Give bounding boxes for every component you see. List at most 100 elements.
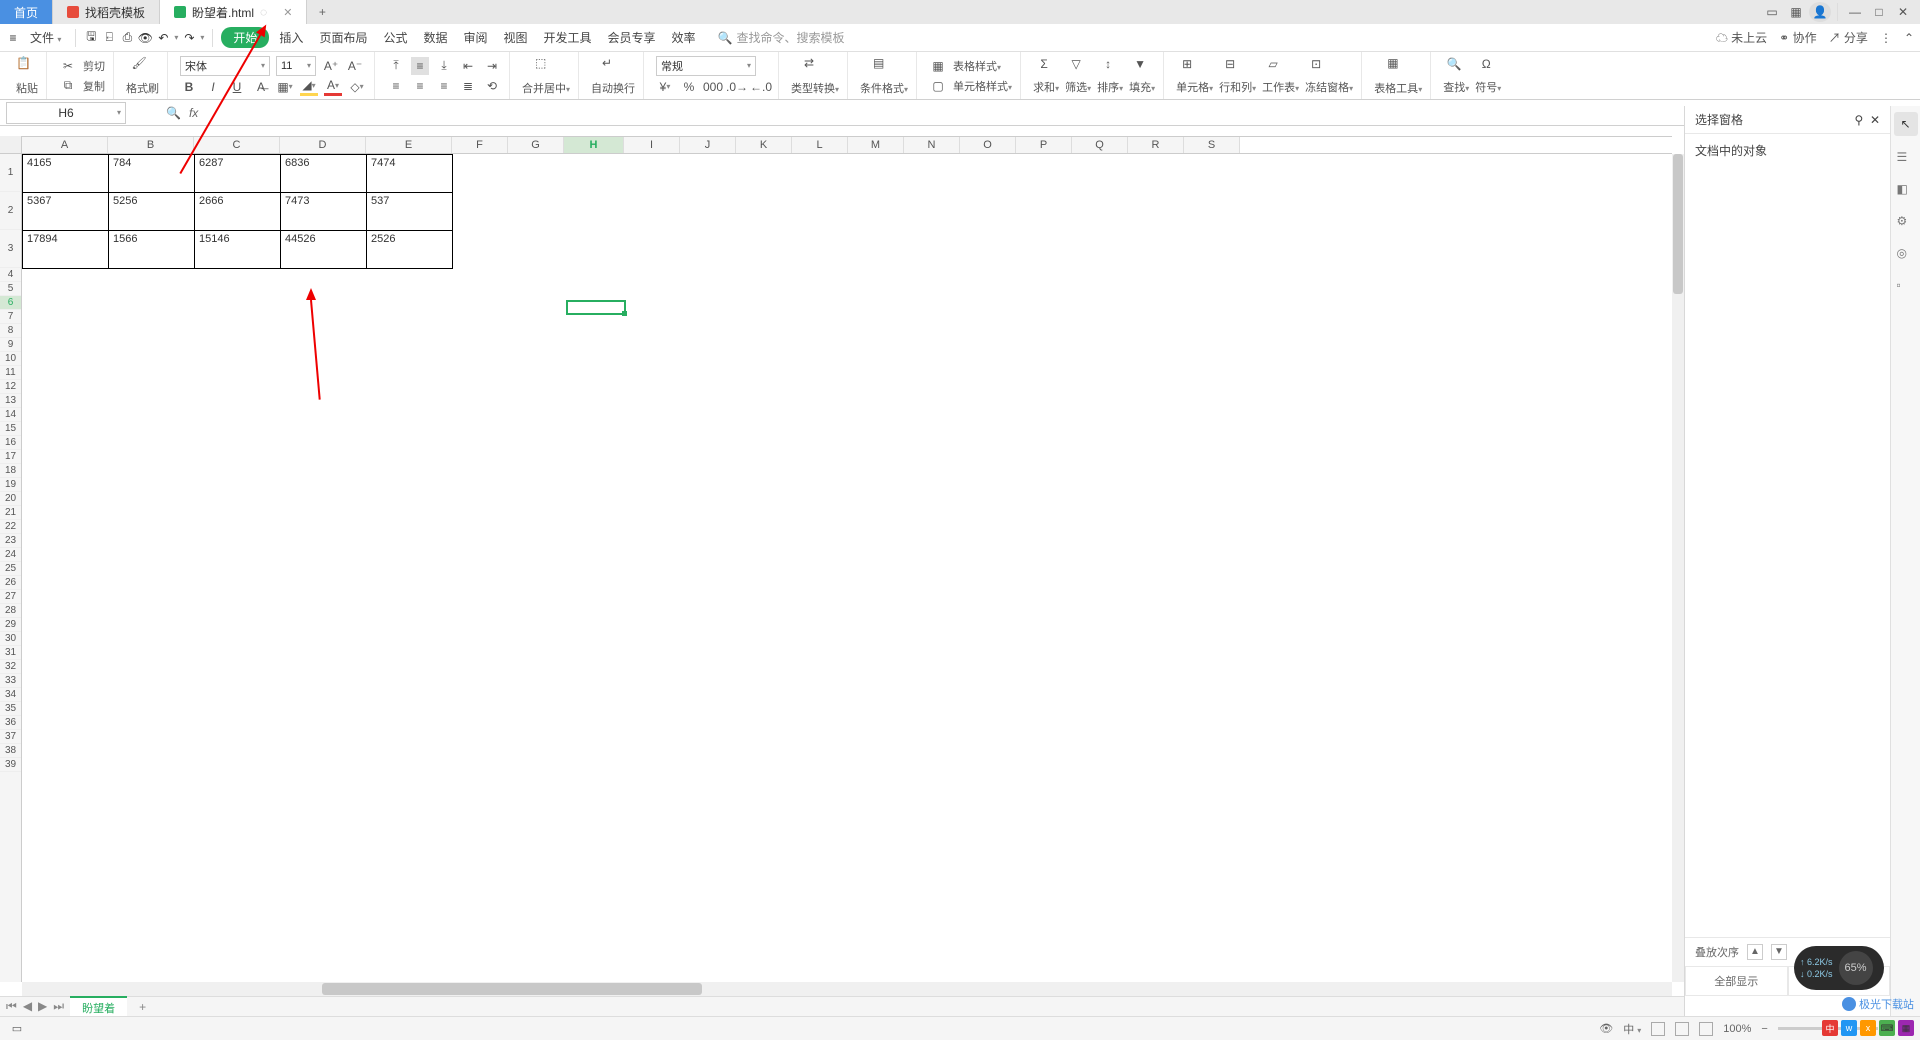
col-header-N[interactable]: N xyxy=(904,137,960,153)
align-center-icon[interactable]: ≡ xyxy=(411,77,429,95)
row-header-16[interactable]: 16 xyxy=(0,436,21,450)
add-sheet-button[interactable]: + xyxy=(133,1000,152,1014)
row-header-19[interactable]: 19 xyxy=(0,478,21,492)
zoom-value[interactable]: 100% xyxy=(1723,1023,1751,1035)
clear-format-icon[interactable]: ◇▾ xyxy=(348,78,366,96)
cell-C3[interactable]: 15146 xyxy=(195,231,281,269)
cell-E2[interactable]: 537 xyxy=(367,193,453,231)
command-search[interactable]: 🔍 查找命令、搜索模板 xyxy=(718,29,845,46)
cell-E3[interactable]: 2526 xyxy=(367,231,453,269)
cell-D1[interactable]: 6836 xyxy=(281,155,367,193)
row-header-38[interactable]: 38 xyxy=(0,744,21,758)
worksheet-icon[interactable]: ▱ xyxy=(1262,57,1284,79)
cell-B3[interactable]: 1566 xyxy=(109,231,195,269)
horizontal-scrollbar[interactable] xyxy=(22,982,1672,996)
move-up-button[interactable]: ▲ xyxy=(1747,944,1763,960)
indent-decrease-icon[interactable]: ⇤ xyxy=(459,57,477,75)
filter-icon[interactable]: ▽ xyxy=(1065,57,1087,79)
row-header-30[interactable]: 30 xyxy=(0,632,21,646)
break-view-icon[interactable] xyxy=(1699,1022,1713,1036)
move-down-button[interactable]: ▼ xyxy=(1771,944,1787,960)
tab-close-icon[interactable]: ✕ xyxy=(283,6,292,19)
col-header-B[interactable]: B xyxy=(108,137,194,153)
font-size-select[interactable]: 11▾ xyxy=(276,56,316,76)
cell-C1[interactable]: 6287 xyxy=(195,155,281,193)
cell-E1[interactable]: 7474 xyxy=(367,155,453,193)
status-msg-icon[interactable]: ▭ xyxy=(8,1020,26,1038)
ime-w[interactable]: w xyxy=(1841,1020,1857,1036)
cell-B1[interactable]: 784 xyxy=(109,155,195,193)
menu-review[interactable]: 审阅 xyxy=(457,26,493,49)
indent-increase-icon[interactable]: ⇥ xyxy=(483,57,501,75)
row-header-22[interactable]: 22 xyxy=(0,520,21,534)
preview-icon[interactable]: 👁 xyxy=(138,31,152,45)
row-header-31[interactable]: 31 xyxy=(0,646,21,660)
select-all-corner[interactable] xyxy=(0,136,22,154)
col-header-P[interactable]: P xyxy=(1016,137,1072,153)
redo-icon[interactable]: ↷ xyxy=(182,31,196,45)
ime-zh[interactable]: 中 xyxy=(1822,1020,1838,1036)
export-icon[interactable]: ⍇ xyxy=(102,31,116,45)
row-header-33[interactable]: 33 xyxy=(0,674,21,688)
row-header-10[interactable]: 10 xyxy=(0,352,21,366)
collapse-ribbon-icon[interactable]: ⌃ xyxy=(1904,31,1914,45)
cell-A2[interactable]: 5367 xyxy=(23,193,109,231)
share-button[interactable]: ↗ 分享 xyxy=(1829,29,1868,46)
cond-fmt-icon[interactable]: ▤ xyxy=(873,56,895,78)
symbol-icon[interactable]: Ω xyxy=(1475,57,1497,79)
align-middle-icon[interactable]: ≡ xyxy=(411,57,429,75)
menu-start[interactable]: 开始 xyxy=(221,27,269,48)
row-header-24[interactable]: 24 xyxy=(0,548,21,562)
name-box[interactable]: H6▾ xyxy=(6,102,126,124)
cloud-status[interactable]: ☁ 未上云 xyxy=(1716,29,1767,46)
currency-icon[interactable]: ¥▾ xyxy=(656,78,674,96)
menu-insert[interactable]: 插入 xyxy=(273,26,309,49)
grid-icon[interactable]: ▦ xyxy=(1785,2,1807,22)
row-header-1[interactable]: 1 xyxy=(0,154,21,192)
row-header-21[interactable]: 21 xyxy=(0,506,21,520)
decimal-inc-icon[interactable]: .0→ xyxy=(728,78,746,96)
zoom-out-button[interactable]: − xyxy=(1761,1023,1767,1035)
fx-icon[interactable]: fx xyxy=(189,106,198,120)
template-icon[interactable]: ☰ xyxy=(1897,150,1915,168)
decrease-font-icon[interactable]: A⁻ xyxy=(346,57,364,75)
col-header-E[interactable]: E xyxy=(366,137,452,153)
sheet-next-icon[interactable]: ▶ xyxy=(38,999,47,1014)
network-widget[interactable]: ↑ 6.2K/s ↓ 0.2K/s 65% xyxy=(1794,946,1884,990)
menu-efficiency[interactable]: 效率 xyxy=(666,26,702,49)
col-header-G[interactable]: G xyxy=(508,137,564,153)
underline-icon[interactable]: U xyxy=(228,78,246,96)
analysis-icon[interactable]: ⚙ xyxy=(1897,214,1915,232)
minimize-button[interactable]: — xyxy=(1844,2,1866,22)
page-view-icon[interactable] xyxy=(1675,1022,1689,1036)
eye-icon[interactable]: 👁 xyxy=(1599,1022,1613,1035)
layout-icon[interactable]: ▭ xyxy=(1761,2,1783,22)
undo-icon[interactable]: ↶ xyxy=(156,31,170,45)
tab-document[interactable]: 盼望着.html ◌ ✕ xyxy=(160,0,307,24)
cell-A1[interactable]: 4165 xyxy=(23,155,109,193)
type-convert-icon[interactable]: ⇄ xyxy=(804,56,826,78)
row-header-28[interactable]: 28 xyxy=(0,604,21,618)
sheet-last-icon[interactable]: ⏭ xyxy=(53,999,64,1014)
close-pane-icon[interactable]: ✕ xyxy=(1870,113,1880,127)
avatar-icon[interactable]: 👤 xyxy=(1809,2,1831,22)
menu-member[interactable]: 会员专享 xyxy=(602,26,662,49)
col-header-K[interactable]: K xyxy=(736,137,792,153)
col-header-D[interactable]: D xyxy=(280,137,366,153)
more-icon[interactable]: ⋮ xyxy=(1880,31,1892,45)
cell-A3[interactable]: 17894 xyxy=(23,231,109,269)
ime-x[interactable]: x xyxy=(1860,1020,1876,1036)
col-header-F[interactable]: F xyxy=(452,137,508,153)
new-tab-button[interactable]: + xyxy=(307,0,337,24)
menu-dev[interactable]: 开发工具 xyxy=(538,26,598,49)
col-header-O[interactable]: O xyxy=(960,137,1016,153)
lang-icon[interactable]: 中 ▾ xyxy=(1623,1021,1641,1037)
decimal-dec-icon[interactable]: ←.0 xyxy=(752,78,770,96)
row-header-25[interactable]: 25 xyxy=(0,562,21,576)
row-header-11[interactable]: 11 xyxy=(0,366,21,380)
cell-D3[interactable]: 44526 xyxy=(281,231,367,269)
menu-view[interactable]: 视图 xyxy=(498,26,534,49)
align-bottom-icon[interactable]: ⤓ xyxy=(435,57,453,75)
increase-font-icon[interactable]: A⁺ xyxy=(322,57,340,75)
fill-color-icon[interactable]: ◢▾ xyxy=(300,78,318,96)
